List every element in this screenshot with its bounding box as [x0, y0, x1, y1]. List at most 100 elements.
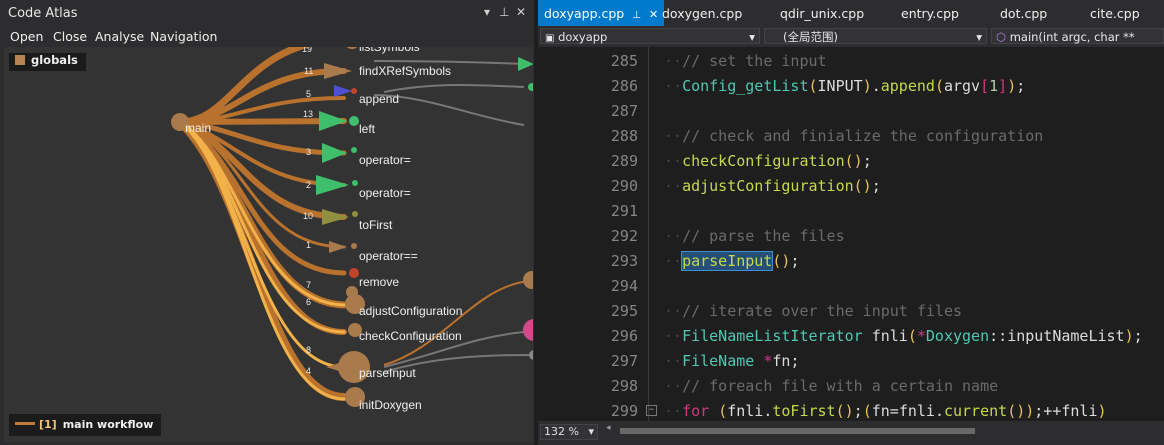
menu-navigation[interactable]: Navigation — [150, 29, 217, 44]
selected-identifier[interactable]: parseInput — [681, 251, 774, 271]
project-label: doxyapp — [558, 30, 608, 44]
identifier: argv — [943, 77, 981, 95]
tab-label: doxyapp.cpp — [544, 6, 625, 21]
edge-count-labels: 19 11 5 13 3 2 10 1 7 6 8 4 — [4, 47, 533, 442]
chevron-down-icon: ▾ — [976, 30, 982, 44]
code-line: ··// set the input — [664, 52, 827, 70]
member-dropdown[interactable]: ⬡ main(int argc, char ** argv) — [991, 28, 1164, 60]
identifier: fnli — [727, 402, 764, 420]
scroll-left-icon[interactable]: ◂ — [606, 423, 611, 433]
navigation-bar: ▣ doxyapp ▾ (全局范围) ▾ ⬡ main(int argc, ch… — [538, 26, 1164, 60]
comment: // foreach file with a certain name — [682, 377, 999, 395]
code-line: ··// iterate over the input files — [664, 302, 963, 320]
editor-panel: doxyapp.cpp ⊥ ✕ doxygen.cpp qdir_unix.cp… — [538, 0, 1164, 445]
scrollbar-thumb[interactable] — [620, 428, 975, 434]
menu-close[interactable]: Close — [53, 29, 87, 44]
project-icon: ▣ — [545, 33, 555, 44]
identifier: fnli — [871, 327, 908, 345]
identifier: Doxygen — [925, 327, 990, 345]
document-tabs: doxyapp.cpp ⊥ ✕ doxygen.cpp qdir_unix.cp… — [538, 0, 1164, 26]
line-number: 286 — [610, 77, 638, 95]
edge-count: 5 — [306, 89, 312, 99]
tab-entry[interactable]: entry.cpp — [901, 0, 959, 26]
identifier: checkConfiguration — [682, 152, 845, 170]
dropdown-icon[interactable]: ▾ — [484, 5, 490, 19]
number: 1 — [989, 77, 999, 95]
edge-count: 7 — [306, 280, 312, 290]
line-number: 287 — [610, 102, 638, 120]
workflow-legend[interactable]: [1] main workflow — [9, 414, 162, 436]
line-number: 291 — [610, 202, 638, 220]
keyword: for — [682, 402, 710, 420]
code-line: ··for (fnli.toFirst();(fn=fnli.current()… — [664, 402, 1107, 420]
horizontal-scrollbar[interactable]: ◂ — [606, 423, 1151, 435]
menu-analyse[interactable]: Analyse — [95, 29, 144, 44]
tab-dot[interactable]: dot.cpp — [1000, 0, 1047, 26]
pin-icon[interactable]: ⊥ — [632, 10, 641, 21]
code-editor[interactable]: 285 286 287 288 289 290 291 292 293 294 … — [538, 47, 1164, 421]
edge-count: 4 — [306, 366, 312, 376]
identifier: Config_getList — [682, 77, 809, 95]
collapse-icon[interactable]: − — [646, 405, 657, 416]
identifier: append — [880, 77, 935, 95]
tab-doxyapp[interactable]: doxyapp.cpp ⊥ ✕ — [538, 0, 665, 26]
edge-count: 13 — [303, 109, 314, 119]
line-number: 292 — [610, 227, 638, 245]
line-number: 298 — [610, 377, 638, 395]
project-dropdown[interactable]: ▣ doxyapp ▾ — [540, 28, 760, 44]
edge-count: 19 — [302, 47, 313, 54]
chevron-down-icon: ▾ — [588, 425, 594, 438]
code-line: ··parseInput(); — [664, 251, 800, 271]
code-line: ··// check and finialize the configurati… — [664, 127, 1044, 145]
tab-cite[interactable]: cite.cpp — [1090, 0, 1140, 26]
globals-label: globals — [31, 53, 78, 67]
editor-statusbar: 132 % ▾ ◂ — [538, 421, 1164, 445]
edge-count: 2 — [306, 180, 312, 190]
menu-open[interactable]: Open — [10, 29, 43, 44]
identifier: fn — [871, 402, 890, 420]
code-line: ··checkConfiguration(); — [664, 152, 872, 170]
line-number: 285 — [610, 52, 638, 70]
call-graph-canvas[interactable]: main listSymbols findXRefSymbols append … — [4, 47, 533, 442]
tab-qdir-unix[interactable]: qdir_unix.cpp — [780, 0, 864, 26]
identifier: fnli — [1061, 402, 1098, 420]
code-line: ··FileName *fn; — [664, 352, 800, 370]
code-line: ··Config_getList(INPUT).append(argv[1]); — [664, 77, 1026, 95]
line-number: 297 — [610, 352, 638, 370]
comment: // parse the files — [682, 227, 845, 245]
identifier: inputNameList — [1007, 327, 1125, 345]
code-line: ··// parse the files — [664, 227, 845, 245]
chevron-down-icon: ▾ — [749, 30, 755, 44]
edge-count: 6 — [306, 297, 312, 307]
code-line: ··adjustConfiguration(); — [664, 177, 881, 195]
pin-icon[interactable]: ⊥ — [499, 5, 509, 19]
edge-count: 8 — [306, 345, 312, 355]
scope-label: (全局范围) — [783, 30, 838, 44]
comment: // iterate over the input files — [682, 302, 963, 320]
edge-count: 10 — [303, 211, 314, 221]
zoom-dropdown[interactable]: 132 % ▾ — [540, 424, 598, 440]
close-icon[interactable]: ✕ — [516, 5, 526, 19]
globals-badge[interactable]: globals — [9, 53, 86, 71]
comment: // set the input — [682, 52, 827, 70]
tab-doxygen[interactable]: doxygen.cpp — [662, 0, 742, 26]
identifier: INPUT — [817, 77, 863, 95]
line-number: 290 — [610, 177, 638, 195]
line-number: 295 — [610, 302, 638, 320]
identifier: fnli — [898, 402, 935, 420]
line-number: 299 — [610, 402, 638, 420]
edge-count: 1 — [306, 240, 312, 250]
code-line: ··FileNameListIterator fnli(*Doxygen::in… — [664, 327, 1143, 345]
line-number: 288 — [610, 127, 638, 145]
line-number: 294 — [610, 277, 638, 295]
legend-line — [15, 422, 35, 425]
atlas-menubar: Open Close Analyse Navigation — [0, 26, 534, 46]
edge-count: 11 — [304, 66, 314, 76]
identifier: toFirst — [772, 402, 836, 420]
code-line: ··// foreach file with a certain name — [664, 377, 999, 395]
close-icon[interactable]: ✕ — [649, 8, 658, 21]
identifier: FileNameListIterator — [682, 327, 863, 345]
scope-dropdown[interactable]: (全局范围) ▾ — [764, 28, 987, 44]
edge-count: 3 — [306, 147, 312, 157]
zoom-label: 132 % — [544, 425, 579, 438]
